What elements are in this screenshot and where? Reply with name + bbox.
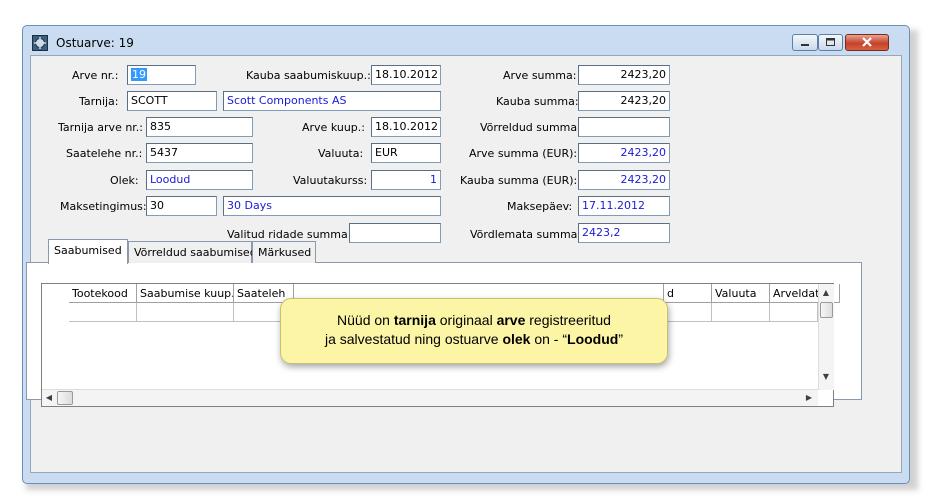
tarnija-arve-nr-field[interactable]: 835	[146, 117, 253, 137]
saatelehe-nr-label: Saatelehe nr.:	[66, 147, 143, 160]
arve-kuup-field[interactable]: 18.10.2012	[371, 117, 441, 137]
maksetingimus-name-field[interactable]: 30 Days	[223, 196, 441, 216]
window-title: Ostuarve: 19	[56, 36, 134, 50]
grid-cell[interactable]	[69, 303, 137, 322]
column-header[interactable]: Valuuta	[712, 284, 770, 303]
vertical-scroll-thumb[interactable]	[820, 302, 833, 318]
minimize-icon	[801, 44, 809, 46]
close-icon	[862, 37, 872, 47]
grid-cell[interactable]	[770, 303, 818, 322]
scroll-left-icon[interactable]: ◀	[42, 393, 56, 402]
grid-cell[interactable]	[664, 303, 712, 322]
kauba-summa-label: Kauba summa:	[496, 95, 579, 108]
kauba-summa-eur-label: Kauba summa (EUR):	[460, 174, 578, 187]
kauba-saabumiskuup-label: Kauba saabumiskuup.:	[246, 69, 371, 82]
scroll-up-icon[interactable]: ▲	[819, 288, 833, 297]
maximize-button[interactable]	[818, 34, 843, 51]
kauba-saabumiskuup-field[interactable]: 18.10.2012	[371, 65, 441, 85]
valitud-ridade-summa-label: Valitud ridade summa:	[227, 228, 352, 241]
saatelehe-nr-field[interactable]: 5437	[146, 143, 253, 163]
vordlemata-summa-field[interactable]: 2423,2	[578, 223, 670, 243]
maximize-icon	[826, 38, 835, 46]
olek-label: Olek:	[110, 174, 139, 187]
tab-markused[interactable]: Märkused	[252, 241, 316, 263]
scroll-down-icon[interactable]: ▼	[819, 372, 833, 381]
info-callout: Nüüd on tarnija originaal arve registree…	[280, 298, 668, 364]
maksepaev-label: Maksepäev:	[507, 200, 573, 213]
grid-cell[interactable]	[137, 303, 234, 322]
arve-nr-field[interactable]: 19	[127, 65, 196, 85]
horizontal-scroll-thumb[interactable]	[57, 391, 73, 405]
valuutakurss-label: Valuutakurss:	[293, 174, 368, 187]
arve-nr-value: 19	[131, 68, 147, 81]
scroll-right-icon[interactable]: ▶	[802, 393, 816, 402]
horizontal-scrollbar[interactable]: ◀ ▶	[42, 389, 818, 406]
callout-line-2: ja salvestatud ning ostuarve olek on - “…	[324, 331, 624, 347]
tab-saabumised[interactable]: Saabumised	[48, 239, 128, 264]
title-bar[interactable]: Ostuarve: 19	[23, 26, 909, 56]
arve-nr-label: Arve nr.:	[72, 69, 119, 82]
arve-summa-eur-field[interactable]: 2423,20	[578, 143, 670, 163]
grid-cell[interactable]	[712, 303, 770, 322]
arve-kuup-label: Arve kuup.:	[302, 121, 365, 134]
vorreldud-summa-label: Võrreldud summa:	[480, 121, 581, 134]
valitud-ridade-summa-field[interactable]	[349, 223, 441, 243]
arve-summa-field[interactable]: 2423,20	[578, 65, 670, 85]
close-button[interactable]	[845, 34, 889, 51]
arve-summa-eur-label: Arve summa (EUR):	[469, 147, 578, 160]
tarnija-label: Tarnija:	[79, 95, 119, 108]
tarnija-name-field[interactable]: Scott Components AS	[223, 91, 441, 111]
tarnija-code-field[interactable]: SCOTT	[127, 91, 217, 111]
vertical-scrollbar[interactable]: ▲ ▼	[818, 284, 834, 390]
column-header[interactable]: Saabumise kuup.	[137, 284, 234, 303]
valuuta-label: Valuuta:	[318, 147, 364, 160]
kauba-summa-eur-field[interactable]: 2423,20	[578, 170, 670, 190]
maksetingimus-label: Maksetingimus:	[60, 200, 147, 213]
vorreldud-summa-field[interactable]	[578, 117, 670, 137]
column-header[interactable]: Tootekood	[69, 284, 137, 303]
column-header[interactable]: d	[664, 284, 712, 303]
maksetingimus-code-field[interactable]: 30	[146, 196, 217, 216]
kauba-summa-field[interactable]: 2423,20	[578, 91, 670, 111]
olek-field[interactable]: Loodud	[146, 170, 253, 190]
tab-vorreldud-saabumised[interactable]: Võrreldud saabumised	[128, 241, 257, 263]
valuuta-field[interactable]: EUR	[371, 143, 441, 163]
arve-summa-label: Arve summa:	[503, 69, 577, 82]
minimize-button[interactable]	[792, 34, 818, 51]
app-icon	[32, 35, 48, 51]
tarnija-arve-nr-label: Tarnija arve nr.:	[58, 121, 144, 134]
vordlemata-summa-label: Võrdlemata summa:	[470, 228, 582, 241]
valuutakurss-field[interactable]: 1	[371, 170, 441, 190]
maksepaev-field[interactable]: 17.11.2012	[578, 196, 670, 216]
callout-line-1: Nüüd on tarnija originaal arve registree…	[337, 312, 611, 328]
